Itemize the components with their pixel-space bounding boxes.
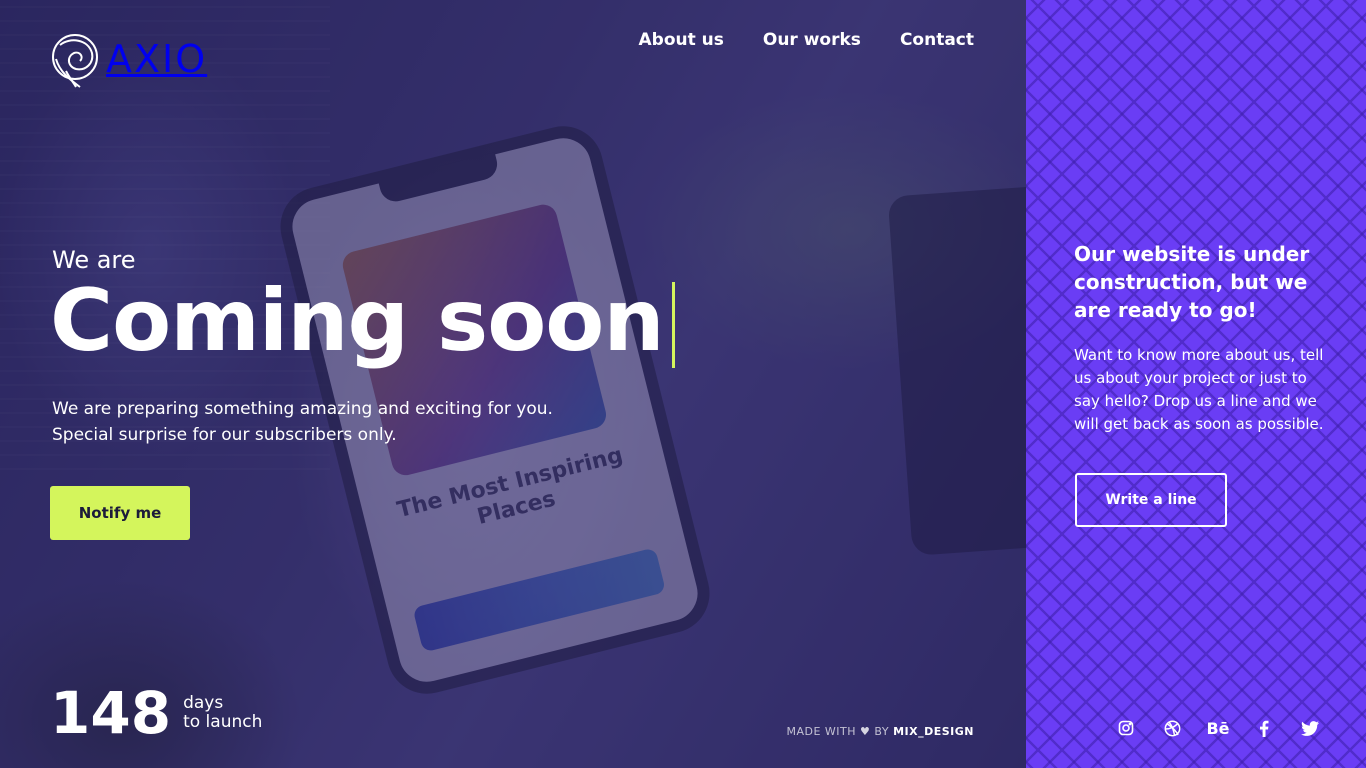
footer-credit: MADE WITH ♥ BY MIX_DESIGN <box>786 725 974 738</box>
credit-prefix: MADE WITH <box>786 725 857 738</box>
brand-name: AXIO <box>106 37 208 81</box>
dribbble-icon[interactable] <box>1162 716 1182 740</box>
facebook-icon[interactable] <box>1254 716 1274 740</box>
hero-section: The Most Inspiring Places <box>0 0 1026 768</box>
hero-subtitle-line-1: We are preparing something amazing and e… <box>52 399 553 419</box>
contact-panel: Our website is under construction, but w… <box>1026 0 1366 768</box>
hero-subtitle: We are preparing something amazing and e… <box>52 396 553 448</box>
panel-heading: Our website is under construction, but w… <box>1074 242 1310 322</box>
panel-body: Want to know more about us, tell us abou… <box>1074 346 1324 433</box>
hero-title: Coming soon <box>50 271 665 371</box>
credit-author[interactable]: MIX_DESIGN <box>893 725 974 738</box>
hero-title-wrap: Coming soon <box>50 271 675 371</box>
countdown-suffix: to launch <box>183 712 263 732</box>
countdown-label: days to launch <box>183 694 262 732</box>
hero-intro: We are <box>52 246 136 274</box>
credit-by: BY <box>874 725 890 738</box>
instagram-icon[interactable] <box>1116 716 1136 740</box>
social-links: Bē <box>1116 716 1320 740</box>
brand-logo[interactable]: AXIO <box>50 29 207 89</box>
countdown-number: 148 <box>50 679 172 747</box>
nav-our-works[interactable]: Our works <box>763 30 861 50</box>
nav-about-us[interactable]: About us <box>639 30 724 50</box>
heart-icon: ♥ <box>860 725 871 738</box>
hero-subtitle-line-2: Special surprise for our subscribers onl… <box>52 425 397 445</box>
twitter-icon[interactable] <box>1300 716 1320 740</box>
write-a-line-button[interactable]: Write a line <box>1075 473 1227 527</box>
countdown: 148 days to launch <box>50 684 262 742</box>
logo-mark-icon <box>52 34 98 88</box>
main-nav: About us Our works Contact <box>639 30 975 50</box>
countdown-unit: days <box>183 693 224 713</box>
nav-contact[interactable]: Contact <box>900 30 974 50</box>
behance-icon[interactable]: Bē <box>1206 716 1229 740</box>
notify-me-button[interactable]: Notify me <box>50 486 190 540</box>
typing-cursor <box>671 282 675 368</box>
